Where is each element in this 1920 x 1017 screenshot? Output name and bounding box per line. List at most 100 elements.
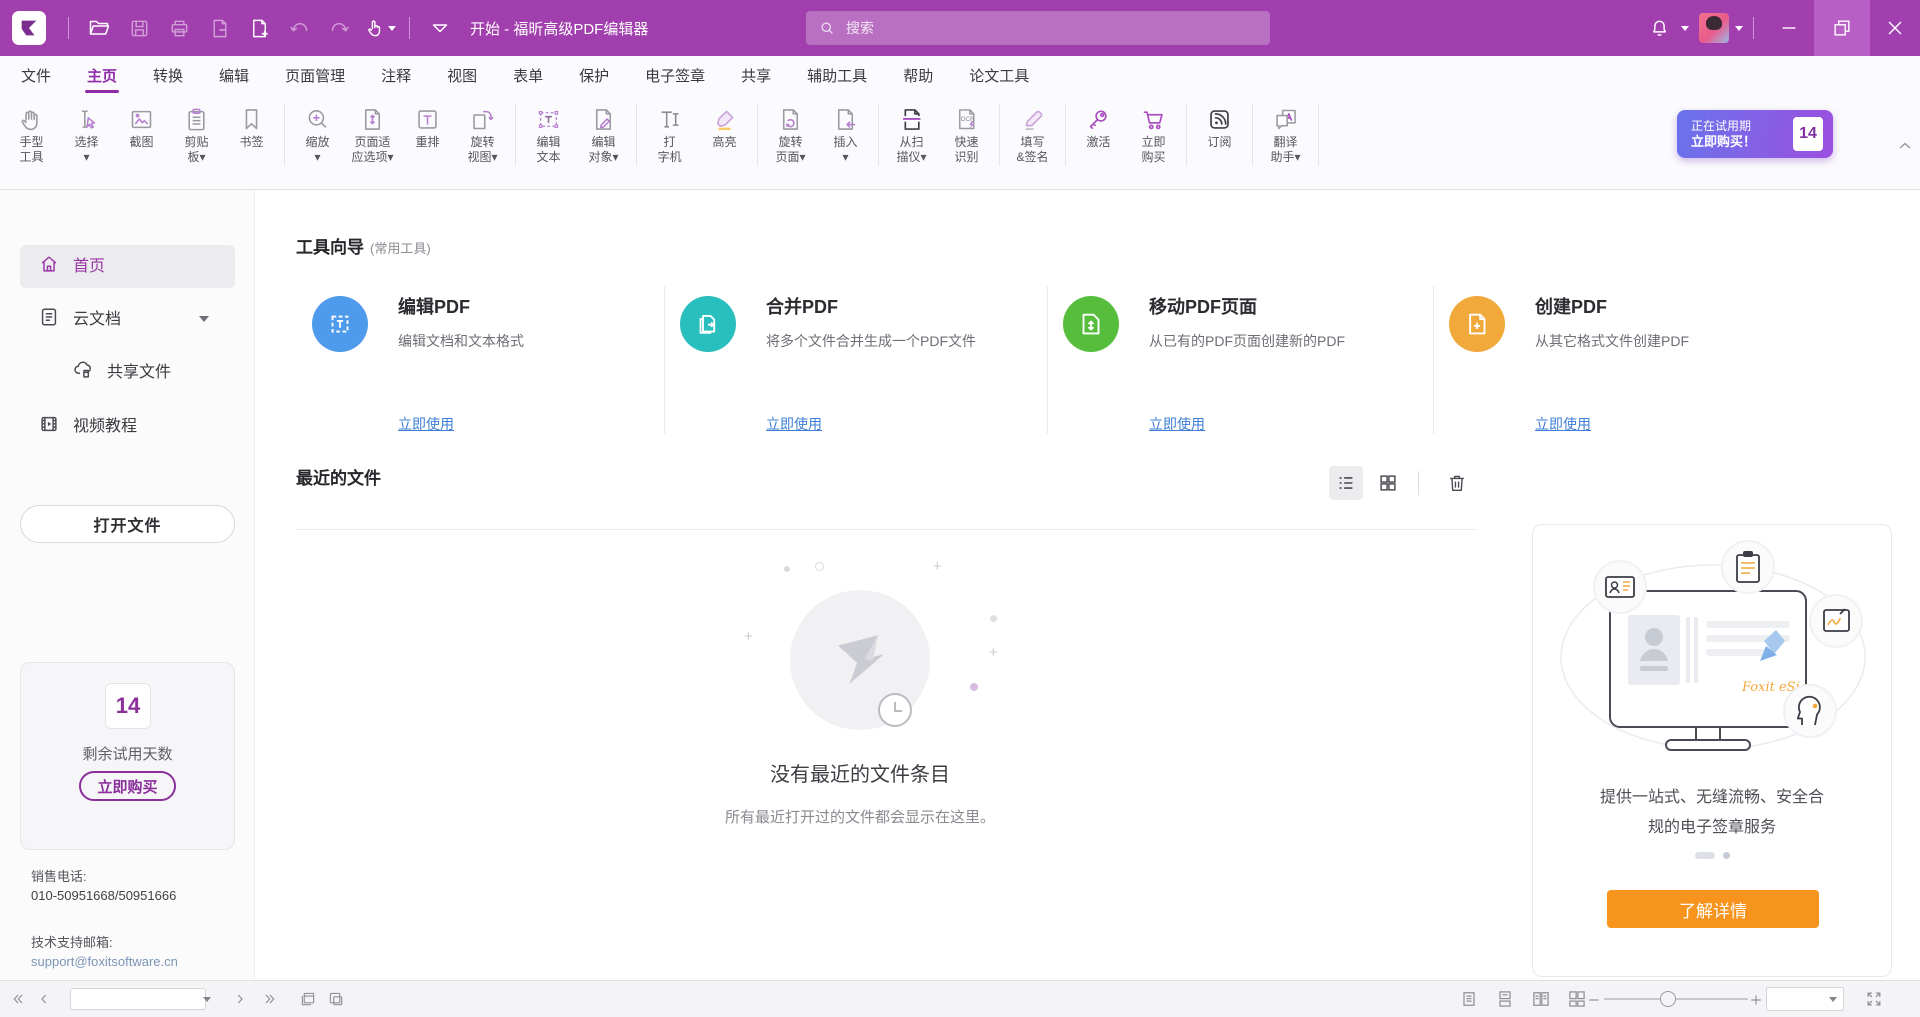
zoom-out-button[interactable] — [1582, 988, 1606, 1012]
promo-line2: 规的电子签章服务 — [1533, 813, 1891, 843]
page-number-input[interactable] — [75, 989, 189, 1009]
toolbar-edit-object[interactable]: 编辑 对象▾ — [576, 94, 631, 165]
tool-card-move-pdf-pages[interactable]: 移动PDF页面 从已有的PDF页面创建新的PDF 立即使用 — [1047, 286, 1415, 434]
grid-view-button[interactable] — [1371, 466, 1405, 500]
touch-mode-button[interactable] — [359, 8, 399, 48]
sidebar-item-shared-files[interactable]: 共享文件 — [72, 358, 171, 382]
close-button[interactable] — [1870, 0, 1920, 56]
sidebar-item-video-tutorials[interactable]: 视频教程 — [38, 412, 137, 436]
toolbar-activate[interactable]: 激活 — [1071, 94, 1126, 150]
prev-view-button[interactable] — [296, 987, 320, 1011]
menu-comment[interactable]: 注释 — [381, 59, 411, 92]
toolbar-buy-now[interactable]: 立即 购买 — [1126, 94, 1181, 165]
toolbar-quick-ocr[interactable]: OCR 快速 识别 — [939, 94, 994, 165]
sidebar-item-home[interactable]: 首页 — [38, 252, 105, 276]
toolbar-translate[interactable]: 翻译 助手▾ — [1258, 94, 1313, 165]
zoom-slider-track[interactable] — [1604, 998, 1748, 1000]
toolbar-reflow[interactable]: 重排 — [400, 94, 455, 150]
sidebar-item-cloud-docs[interactable]: 云文档 — [38, 305, 121, 329]
divider — [68, 17, 69, 39]
first-page-button[interactable] — [6, 987, 30, 1011]
next-view-button[interactable] — [324, 987, 348, 1011]
carousel-dot[interactable] — [1723, 852, 1730, 859]
menu-esign[interactable]: 电子签章 — [645, 59, 705, 92]
minimize-button[interactable] — [1764, 0, 1814, 56]
notifications-button[interactable] — [1639, 8, 1679, 48]
toolbar-zoom[interactable]: 缩放 ▾ — [290, 94, 345, 165]
toolbar-from-scanner[interactable]: 从扫 描仪▾ — [884, 94, 939, 165]
toolbar-page-fit[interactable]: 页面适 应选项▾ — [345, 94, 400, 165]
use-now-link[interactable]: 立即使用 — [766, 414, 822, 434]
open-file-button[interactable]: 打开文件 — [20, 505, 235, 543]
toolbar-edit-text[interactable]: 编辑 文本 — [521, 94, 576, 165]
support-email-link[interactable]: support@foxitsoftware.cn — [31, 954, 178, 969]
undo-button[interactable] — [279, 8, 319, 48]
carousel-dots[interactable] — [1533, 852, 1891, 859]
toolbar-typewriter[interactable]: 打 字机 — [642, 94, 697, 165]
toolbar-fill-sign[interactable]: 填写 &签名 — [1005, 94, 1060, 165]
toolbar-snapshot[interactable]: 截图 — [114, 94, 169, 150]
next-page-button[interactable] — [228, 987, 252, 1011]
save-button[interactable] — [119, 8, 159, 48]
menu-view[interactable]: 视图 — [447, 59, 477, 92]
use-now-link[interactable]: 立即使用 — [398, 414, 454, 434]
menu-home[interactable]: 主页 — [87, 59, 117, 92]
use-now-link[interactable]: 立即使用 — [1149, 414, 1205, 434]
list-view-button[interactable] — [1329, 466, 1363, 500]
menu-paper-tools[interactable]: 论文工具 — [969, 59, 1029, 92]
menu-page-organize[interactable]: 页面管理 — [285, 59, 345, 92]
toolbar-subscribe[interactable]: 订阅 — [1192, 94, 1247, 150]
zoom-level-box[interactable] — [1766, 987, 1844, 1011]
create-document-button[interactable] — [239, 8, 279, 48]
menu-form[interactable]: 表单 — [513, 59, 543, 92]
toolbar-highlight[interactable]: 高亮 — [697, 94, 752, 150]
close-document-button[interactable] — [199, 8, 239, 48]
search-input[interactable] — [844, 19, 1228, 37]
fullscreen-button[interactable] — [1862, 987, 1886, 1011]
collapse-toolbar-button[interactable] — [420, 8, 460, 48]
facing-view-button[interactable] — [1529, 987, 1553, 1011]
search-box[interactable] — [806, 11, 1270, 45]
zoom-slider-knob[interactable] — [1660, 991, 1676, 1007]
account-menu-caret-icon[interactable] — [1735, 26, 1743, 31]
toolbar-hand-tool[interactable]: 手型 工具 — [4, 94, 59, 165]
restore-button[interactable] — [1814, 0, 1870, 56]
open-file-button[interactable] — [79, 8, 119, 48]
toolbar-rotate-pages[interactable]: 旋转 页面▾ — [763, 94, 818, 165]
single-page-view-button[interactable] — [1457, 987, 1481, 1011]
zoom-level-caret-icon[interactable] — [1829, 997, 1837, 1002]
notifications-caret-icon[interactable] — [1681, 26, 1689, 31]
menu-convert[interactable]: 转换 — [153, 59, 183, 92]
use-now-link[interactable]: 立即使用 — [1535, 414, 1591, 434]
last-page-button[interactable] — [258, 987, 282, 1011]
menu-help[interactable]: 帮助 — [903, 59, 933, 92]
carousel-dot-active[interactable] — [1695, 852, 1715, 859]
zoom-in-button[interactable] — [1744, 988, 1768, 1012]
toolbar-select-tool[interactable]: 选择 ▾ — [59, 94, 114, 165]
cloud-docs-caret-icon[interactable] — [199, 316, 209, 322]
prev-page-button[interactable] — [32, 987, 56, 1011]
scroll-up-icon[interactable] — [1898, 141, 1912, 151]
tool-card-edit-pdf[interactable]: 编辑PDF 编辑文档和文本格式 立即使用 — [296, 286, 646, 434]
menu-file[interactable]: 文件 — [21, 59, 51, 92]
toolbar-insert-pages[interactable]: 插入 ▾ — [818, 94, 873, 165]
tool-card-create-pdf[interactable]: 创建PDF 从其它格式文件创建PDF 立即使用 — [1433, 286, 1873, 434]
learn-more-button[interactable]: 了解详情 — [1607, 890, 1819, 928]
trial-badge[interactable]: 正在试用期 立即购买！ 14 — [1677, 110, 1833, 158]
print-button[interactable] — [159, 8, 199, 48]
menu-share[interactable]: 共享 — [741, 59, 771, 92]
menu-edit[interactable]: 编辑 — [219, 59, 249, 92]
page-number-box[interactable] — [70, 988, 206, 1010]
toolbar-clipboard[interactable]: 剪贴 板▾ — [169, 94, 224, 165]
tool-card-merge-pdf[interactable]: 合并PDF 将多个文件合并生成一个PDF文件 立即使用 — [664, 286, 1029, 434]
toolbar-bookmark[interactable]: 书签 — [224, 94, 279, 150]
menu-accessibility[interactable]: 辅助工具 — [807, 59, 867, 92]
continuous-view-button[interactable] — [1493, 987, 1517, 1011]
buy-now-button[interactable]: 立即购买 — [79, 771, 176, 801]
avatar[interactable] — [1699, 13, 1729, 43]
menu-protect[interactable]: 保护 — [579, 59, 609, 92]
redo-button[interactable] — [319, 8, 359, 48]
clear-recent-button[interactable] — [1440, 466, 1474, 500]
page-number-caret-icon[interactable] — [203, 997, 211, 1002]
toolbar-rotate-view[interactable]: 旋转 视图▾ — [455, 94, 510, 165]
